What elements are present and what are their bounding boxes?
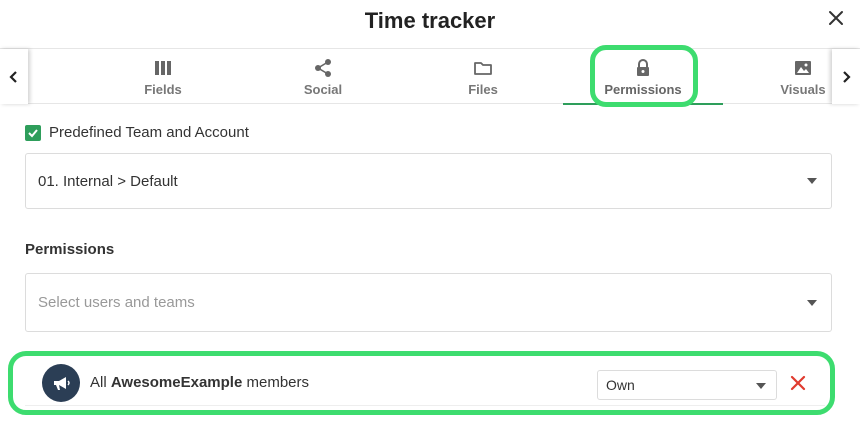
predefined-team-label: Predefined Team and Account bbox=[49, 124, 249, 141]
tab-label: Social bbox=[303, 82, 343, 97]
columns-icon bbox=[152, 57, 174, 79]
page-title: Time tracker bbox=[364, 8, 496, 33]
image-icon bbox=[792, 57, 814, 79]
users-teams-select[interactable]: Select users and teams bbox=[25, 273, 832, 332]
team-account-select[interactable]: 01. Internal > Default bbox=[25, 153, 832, 209]
close-icon bbox=[829, 11, 843, 25]
tab-bar: Fields Social Files Permissions Visuals bbox=[0, 48, 860, 105]
caret-down-icon bbox=[807, 299, 817, 306]
permissions-heading: Permissions bbox=[25, 241, 115, 258]
caret-down-icon bbox=[807, 178, 817, 184]
permission-row-highlight bbox=[8, 351, 835, 415]
permissions-tab-highlight bbox=[590, 45, 698, 107]
tab-scroll-left-button[interactable] bbox=[0, 49, 28, 104]
predefined-team-checkbox[interactable] bbox=[25, 124, 41, 141]
tab-label: Files bbox=[468, 82, 498, 97]
chevron-right-icon bbox=[843, 70, 851, 83]
team-account-value: 01. Internal > Default bbox=[38, 172, 178, 190]
tab-files[interactable]: Files bbox=[403, 49, 563, 104]
chevron-left-icon bbox=[9, 70, 17, 83]
tab-social[interactable]: Social bbox=[243, 49, 403, 104]
check-icon bbox=[28, 128, 38, 137]
folder-icon bbox=[472, 57, 494, 79]
tab-label: Fields bbox=[144, 82, 182, 97]
close-button[interactable] bbox=[826, 8, 846, 28]
users-teams-placeholder: Select users and teams bbox=[38, 294, 195, 311]
share-icon bbox=[312, 57, 334, 79]
tab-scroll-right-button[interactable] bbox=[832, 49, 860, 104]
tab-fields[interactable]: Fields bbox=[83, 49, 243, 104]
tab-label: Visuals bbox=[780, 82, 826, 97]
predefined-team-row: Predefined Team and Account bbox=[25, 124, 249, 141]
